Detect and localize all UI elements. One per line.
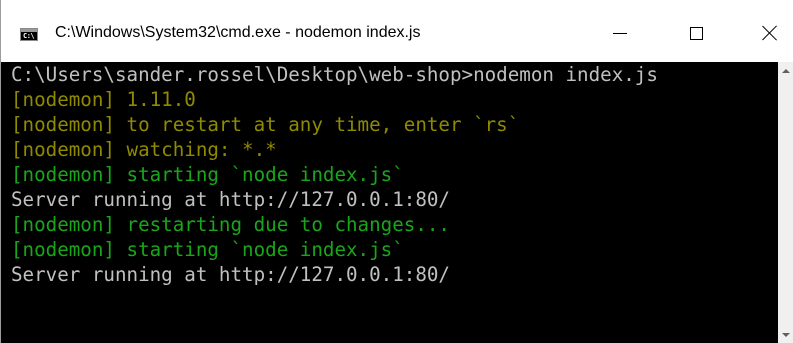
console-line: C:\Users\sander.rossel\Desktop\web-shop>… <box>11 63 658 86</box>
cmd-icon-text: C:\ <box>23 32 35 40</box>
console-line: [nodemon] watching: *.* <box>11 138 277 161</box>
close-icon <box>762 25 778 41</box>
console-line: [nodemon] restarting due to changes... <box>11 213 450 236</box>
minimize-button[interactable] <box>597 12 643 54</box>
title-bar[interactable]: C:\ C:\Windows\System32\cmd.exe - nodemo… <box>1 0 793 62</box>
scroll-up-button[interactable] <box>778 62 793 79</box>
cmd-app-icon[interactable]: C:\ <box>20 28 38 41</box>
console-line: Server running at http://127.0.0.1:80/ <box>11 263 450 286</box>
console-line: [nodemon] 1.11.0 <box>11 88 196 111</box>
window-title: C:\Windows\System32\cmd.exe - nodemon in… <box>55 24 421 41</box>
vertical-scrollbar[interactable] <box>778 62 793 343</box>
cmd-window: C:\ C:\Windows\System32\cmd.exe - nodemo… <box>0 0 793 343</box>
scroll-down-button[interactable] <box>778 326 793 343</box>
maximize-button[interactable] <box>673 12 719 54</box>
console-output[interactable]: C:\Users\sander.rossel\Desktop\web-shop>… <box>1 62 778 343</box>
console-line: [nodemon] starting `node index.js` <box>11 163 404 186</box>
console-line: Server running at http://127.0.0.1:80/ <box>11 188 450 211</box>
arrow-down-icon <box>782 332 790 337</box>
arrow-up-icon <box>782 68 790 73</box>
close-button[interactable] <box>747 12 793 54</box>
console-line: [nodemon] to restart at any time, enter … <box>11 113 520 136</box>
console-line: [nodemon] starting `node index.js` <box>11 238 404 261</box>
minimize-icon <box>613 32 627 34</box>
maximize-icon <box>689 26 703 40</box>
